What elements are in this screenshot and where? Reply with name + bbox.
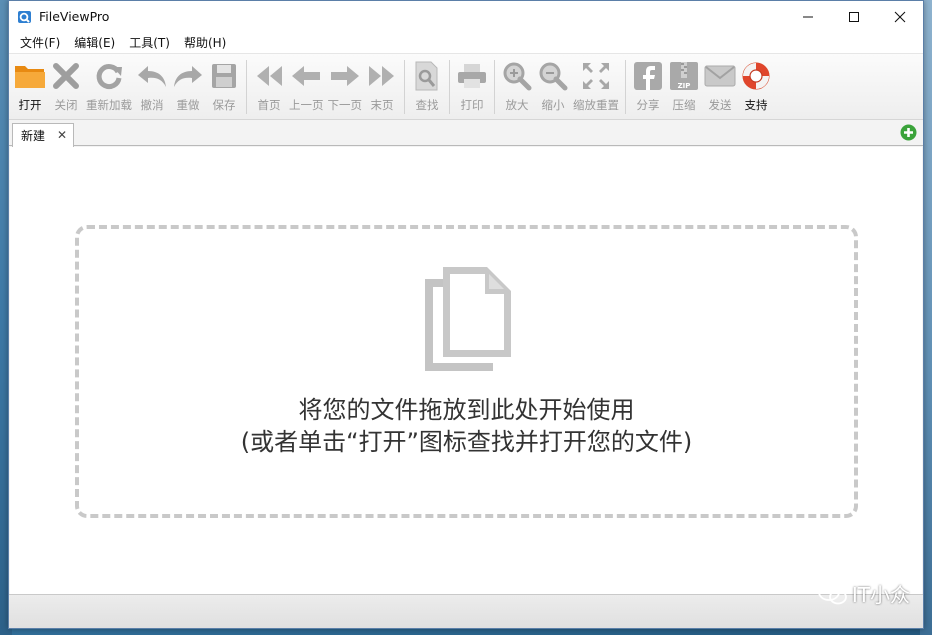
menu-edit[interactable]: 编辑(E) [67,32,122,54]
status-bar [9,594,923,628]
zoom-reset-icon [580,60,612,92]
menu-bar: 文件(F) 编辑(E) 工具(T) 帮助(H) [9,32,923,54]
menu-tools[interactable]: 工具(T) [122,32,177,54]
share-label: 分享 [636,98,660,112]
zoom-reset-label: 缩放重置 [573,98,619,112]
maximize-button[interactable] [831,1,877,32]
facebook-icon [632,60,664,92]
watermark-text: IT小众 [851,583,910,607]
print-button[interactable]: 打印 [454,60,490,116]
tab-close-icon[interactable]: ✕ [57,128,67,142]
title-bar[interactable]: FileViewPro [9,1,923,32]
support-button[interactable]: 支持 [738,60,774,116]
drop-instruction: 将您的文件拖放到此处开始使用 [298,396,635,424]
menu-help[interactable]: 帮助(H) [177,32,233,54]
wechat-icon [817,582,848,606]
window-title: FileViewPro [39,9,110,24]
next-page-button[interactable]: 下一页 [326,60,365,116]
reload-button[interactable]: 重新加载 [84,60,134,116]
zoom-out-label: 缩小 [541,98,565,112]
tab-new-label: 新建 [21,129,46,143]
save-icon [208,60,240,92]
drop-zone[interactable]: 将您的文件拖放到此处开始使用 (或者单击“打开”图标查找并打开您的文件) [75,225,858,518]
find-icon [411,60,443,92]
prev-page-button[interactable]: 上一页 [287,60,326,116]
toolbar-separator [494,60,495,114]
compress-label: 压缩 [672,98,696,112]
undo-label: 撤消 [140,98,164,112]
send-label: 发送 [708,98,732,112]
tab-new[interactable]: 新建 ✕ [12,123,74,147]
first-page-label: 首页 [257,98,281,112]
zoom-out-button[interactable]: 缩小 [535,60,571,116]
next-page-label: 下一页 [327,98,363,112]
save-button[interactable]: 保存 [206,60,242,116]
zoom-out-icon [537,60,569,92]
next-page-icon [329,60,361,92]
zoom-reset-button[interactable]: 缩放重置 [571,60,621,116]
last-page-icon [366,60,398,92]
svg-text:ZIP: ZIP [678,82,691,90]
prev-page-icon [290,60,322,92]
first-page-icon [253,60,285,92]
toolbar-separator [449,60,450,114]
send-button[interactable]: 发送 [702,60,738,116]
minimize-icon [803,16,813,17]
app-window: FileViewPro 文件(F) 编辑(E) 工具(T) 帮助(H) 打开 关… [8,0,924,629]
zoom-in-label: 放大 [505,98,529,112]
first-page-button[interactable]: 首页 [251,60,287,116]
reload-icon [93,60,125,92]
close-x-icon [50,60,82,92]
last-page-button[interactable]: 末页 [364,60,400,116]
minimize-button[interactable] [785,1,831,32]
printer-icon [456,60,488,92]
zoom-in-button[interactable]: 放大 [499,60,535,116]
fileviewpro-logo-icon [17,9,33,25]
print-label: 打印 [460,98,484,112]
share-button[interactable]: 分享 [630,60,666,116]
folder-icon [14,60,46,92]
reload-label: 重新加载 [86,98,132,112]
find-label: 查找 [415,98,439,112]
document-area[interactable]: 将您的文件拖放到此处开始使用 (或者单击“打开”图标查找并打开您的文件) [10,147,922,595]
close-icon [894,11,906,22]
lifebuoy-icon [740,60,772,92]
compress-button[interactable]: ZIP 压缩 [666,60,702,116]
zoom-in-icon [501,60,533,92]
prev-page-label: 上一页 [289,98,324,112]
open-button[interactable]: 打开 [12,60,48,116]
last-page-label: 末页 [370,98,394,112]
toolbar-separator [246,60,247,114]
zip-icon: ZIP [668,60,700,92]
save-label: 保存 [212,98,236,112]
open-label: 打开 [18,98,42,112]
close-window-button[interactable] [877,1,923,32]
support-label: 支持 [744,98,768,112]
close-file-button[interactable]: 关闭 [48,60,84,116]
redo-icon [172,60,204,92]
documents-icon [421,265,521,371]
add-tab-icon[interactable] [900,124,917,141]
drop-hint: (或者单击“打开”图标查找并打开您的文件) [240,428,693,456]
watermark: IT小众 [817,579,910,608]
toolbar-separator [625,60,626,114]
undo-icon [136,60,168,92]
envelope-icon [704,60,736,92]
redo-label: 重做 [176,98,200,112]
undo-button[interactable]: 撤消 [134,60,170,116]
redo-button[interactable]: 重做 [170,60,206,116]
tab-strip: 新建 ✕ [9,120,923,147]
close-file-label: 关闭 [54,98,78,112]
maximize-icon [849,11,859,22]
menu-file[interactable]: 文件(F) [13,32,67,54]
toolbar: 打开 关闭 重新加载 撤消 重做 保存 首页 上一页 下一页 末页 查找 打印 … [9,54,923,120]
toolbar-separator [404,60,405,114]
find-button[interactable]: 查找 [409,60,445,116]
